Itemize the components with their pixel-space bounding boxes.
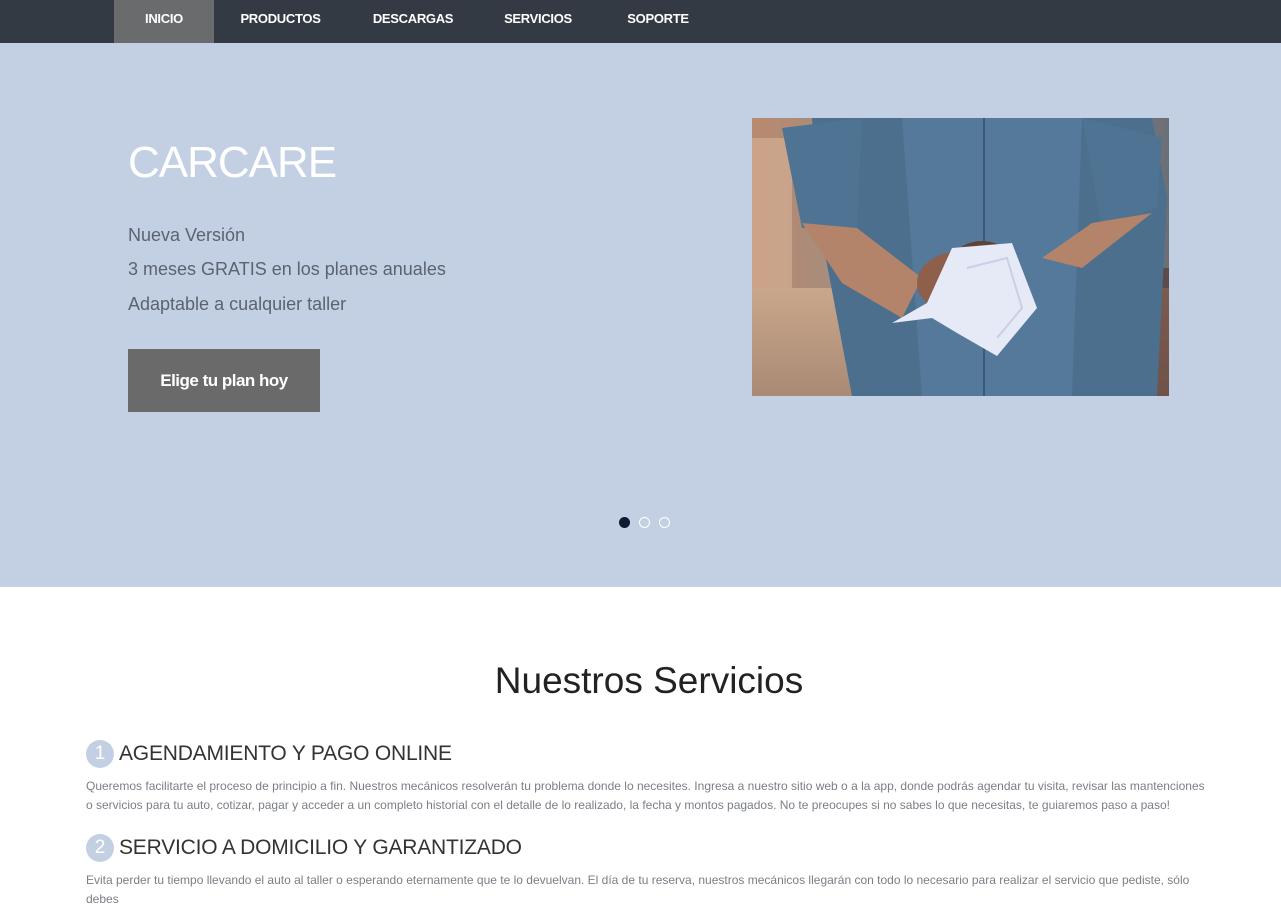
carousel-dot-1[interactable] [619,517,630,528]
carousel-dot-2[interactable] [639,517,650,528]
nav-item-servicios[interactable]: SERVICIOS [492,0,584,43]
service-title: SERVICIO A DOMICILIO Y GARANTIZADO [119,836,522,859]
hero-title: CARCARE [128,138,337,187]
service-description: Queremos facilitarte el proceso de princ… [86,779,1205,812]
hero-line-promo: 3 meses GRATIS en los planes anuales [128,259,446,279]
service-number-badge: 2 [86,834,114,862]
service-number-badge: 1 [86,740,114,768]
mechanic-photo [752,118,1169,396]
service-title: AGENDAMIENTO Y PAGO ONLINE [119,742,452,765]
top-navbar: INICIO PRODUCTOS DESCARGAS SERVICIOS SOP… [0,0,1281,43]
services-title: Nuestros Servicios [494,660,804,701]
nav-item-soporte[interactable]: SOPORTE [616,0,700,43]
choose-plan-button[interactable]: Elige tu plan hoy [128,349,320,412]
hero-carousel: CARCARE Nueva Versión 3 meses GRATIS en … [0,43,1281,587]
carousel-dot-3[interactable] [659,517,670,528]
hero-line-adaptable: Adaptable a cualquier taller [128,294,347,314]
nav-item-inicio[interactable]: INICIO [114,0,214,43]
service-heading-1: 1 AGENDAMIENTO Y PAGO ONLINE [86,740,452,768]
carousel-indicators [619,517,670,528]
nav-item-descargas[interactable]: DESCARGAS [363,0,463,43]
hero-line-version: Nueva Versión [128,225,246,245]
service-heading-2: 2 SERVICIO A DOMICILIO Y GARANTIZADO [86,834,522,862]
nav-item-productos[interactable]: PRODUCTOS [228,0,333,43]
service-description: Evita perder tu tiempo llevando el auto … [86,873,1190,906]
